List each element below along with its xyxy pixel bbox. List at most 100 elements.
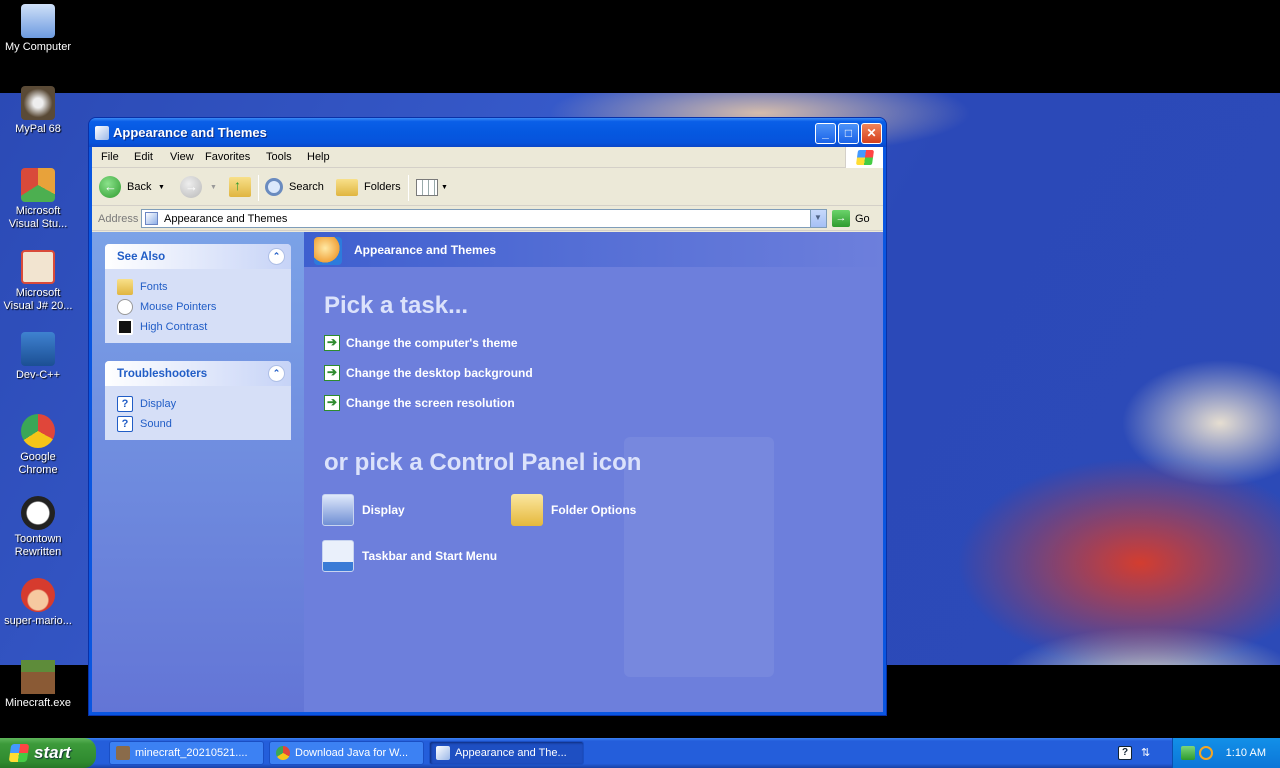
- chevron-down-icon: ▼: [158, 183, 165, 191]
- start-label: start: [34, 743, 71, 762]
- taskbar-button-label: minecraft_20210521....: [135, 747, 248, 759]
- high-contrast-icon: [117, 319, 133, 335]
- menu-edit[interactable]: Edit: [134, 151, 153, 163]
- folders-label: Folders: [364, 181, 401, 193]
- see-also-body: Fonts Mouse Pointers High Contrast: [105, 269, 291, 343]
- desktop-icon-mario[interactable]: super-mario...: [0, 578, 76, 628]
- close-button[interactable]: ✕: [861, 123, 882, 144]
- chrome-icon: [276, 746, 290, 760]
- desktop-icon-label: MyPal 68: [15, 123, 61, 135]
- link-label: Mouse Pointers: [140, 301, 217, 313]
- window-icon: [95, 126, 109, 140]
- desktop-icon-mypal[interactable]: MyPal 68: [0, 86, 76, 136]
- desktop-icon-label: My Computer: [4, 41, 72, 53]
- desktop-icon-chrome[interactable]: Google Chrome: [0, 414, 76, 477]
- address-label: Address: [98, 213, 139, 225]
- see-also-header[interactable]: See Also ⌃: [105, 244, 291, 269]
- menu-help[interactable]: Help: [307, 151, 330, 163]
- network-icon[interactable]: [1181, 746, 1195, 760]
- link-high-contrast[interactable]: High Contrast: [117, 317, 291, 337]
- desktop-icon-toontown[interactable]: Toontown Rewritten: [0, 496, 76, 559]
- maximize-icon: □: [844, 126, 853, 140]
- my-computer-icon: [21, 4, 55, 38]
- desktop-icon-devcpp[interactable]: Dev-C++: [0, 332, 76, 382]
- back-button[interactable]: ← Back: [99, 174, 151, 200]
- cp-icon-label: Taskbar and Start Menu: [362, 549, 498, 563]
- chevron-down-icon: ▼: [814, 213, 822, 222]
- minimize-icon: _: [822, 126, 829, 140]
- up-folder-button[interactable]: ↑: [229, 174, 251, 200]
- link-label: High Contrast: [140, 321, 208, 333]
- media-icon: [116, 746, 130, 760]
- troubleshooters-header[interactable]: Troubleshooters ⌃: [105, 361, 291, 386]
- desktop-icon-label: Minecraft.exe: [4, 697, 72, 709]
- search-button[interactable]: Search: [265, 174, 324, 200]
- devcpp-icon: [21, 332, 55, 366]
- back-dropdown[interactable]: ▼: [158, 174, 165, 200]
- collapse-icon[interactable]: ⌃: [268, 365, 285, 382]
- control-panel-icon: [436, 746, 450, 760]
- appearance-themes-icon: [314, 237, 342, 265]
- desktop-icon-minecraft[interactable]: Minecraft.exe: [0, 660, 76, 710]
- task-change-resolution[interactable]: ➔ Change the screen resolution: [324, 395, 515, 411]
- task-pane: See Also ⌃ Fonts Mouse Pointers High Con…: [92, 232, 304, 712]
- link-fonts[interactable]: Fonts: [117, 277, 291, 297]
- maximize-button[interactable]: □: [838, 123, 859, 144]
- menu-favorites[interactable]: Favorites: [205, 151, 250, 163]
- menu-tools[interactable]: Tools: [266, 151, 292, 163]
- taskbar-button-appearance[interactable]: Appearance and The...: [429, 741, 584, 765]
- start-button[interactable]: start: [0, 738, 96, 768]
- folders-icon: [336, 178, 358, 196]
- link-display-troubleshooter[interactable]: ? Display: [117, 394, 291, 414]
- address-dropdown[interactable]: ▼: [810, 210, 826, 227]
- visual-studio-icon: [21, 168, 55, 202]
- desktop-icon-my-computer[interactable]: My Computer: [0, 4, 76, 54]
- desktop-icon-visual-jsharp[interactable]: Microsoft Visual J# 20...: [0, 250, 76, 313]
- chrome-icon: [21, 414, 55, 448]
- back-arrow-icon: ←: [99, 176, 121, 198]
- search-icon[interactable]: [1199, 746, 1213, 760]
- window-client-area: File Edit View Favorites Tools Help ← Ba…: [92, 147, 883, 712]
- link-mouse-pointers[interactable]: Mouse Pointers: [117, 297, 291, 317]
- address-value: Appearance and Themes: [164, 213, 288, 225]
- clock[interactable]: 1:10 AM: [1226, 747, 1266, 759]
- pick-icon-heading: or pick a Control Panel icon: [324, 449, 642, 476]
- task-change-theme[interactable]: ➔ Change the computer's theme: [324, 335, 518, 351]
- collapse-icon[interactable]: ⌃: [268, 248, 285, 265]
- link-label: Sound: [140, 418, 172, 430]
- toontown-icon: [21, 496, 55, 530]
- show-hidden-icons[interactable]: ⇅: [1141, 746, 1155, 760]
- pick-task-heading: Pick a task...: [324, 292, 469, 319]
- menu-bar: File Edit View Favorites Tools Help: [92, 147, 883, 168]
- menu-file[interactable]: File: [101, 151, 119, 163]
- cp-icon-folder-options[interactable]: Folder Options: [511, 494, 636, 526]
- cp-icon-taskbar[interactable]: Taskbar and Start Menu: [322, 540, 497, 572]
- desktop-icon-label: Toontown Rewritten: [14, 533, 62, 558]
- taskbar-button-label: Download Java for W...: [295, 747, 409, 759]
- link-sound-troubleshooter[interactable]: ? Sound: [117, 414, 291, 434]
- address-input[interactable]: Appearance and Themes ▼: [141, 209, 827, 228]
- up-folder-icon: ↑: [229, 177, 251, 197]
- mouse-pointer-icon: [117, 299, 133, 315]
- cp-icon-display[interactable]: Display: [322, 494, 405, 526]
- desktop-icon-label: Dev-C++: [15, 369, 61, 381]
- forward-button[interactable]: → ▼: [180, 174, 217, 200]
- taskbar-button-java[interactable]: Download Java for W...: [269, 741, 424, 765]
- views-button[interactable]: ▼: [416, 174, 448, 200]
- chevron-down-icon: ▼: [210, 183, 217, 191]
- taskbar-button-minecraft[interactable]: minecraft_20210521....: [109, 741, 264, 765]
- help-icon[interactable]: ?: [1118, 746, 1132, 760]
- desktop-icon-visual-studio[interactable]: Microsoft Visual Stu...: [0, 168, 76, 231]
- task-change-background[interactable]: ➔ Change the desktop background: [324, 365, 533, 381]
- cp-icon-label: Folder Options: [551, 503, 637, 517]
- close-icon: ✕: [866, 126, 877, 140]
- minimize-button[interactable]: _: [815, 123, 836, 144]
- menu-view[interactable]: View: [170, 151, 194, 163]
- explorer-window: Appearance and Themes _ □ ✕ File Edit Vi…: [89, 118, 886, 715]
- folders-button[interactable]: Folders: [336, 174, 401, 200]
- go-button[interactable]: → Go: [832, 210, 870, 227]
- title-bar[interactable]: Appearance and Themes _ □ ✕: [89, 118, 886, 147]
- search-label: Search: [289, 181, 324, 193]
- task-label: Change the desktop background: [346, 366, 533, 380]
- see-also-title: See Also: [117, 251, 166, 263]
